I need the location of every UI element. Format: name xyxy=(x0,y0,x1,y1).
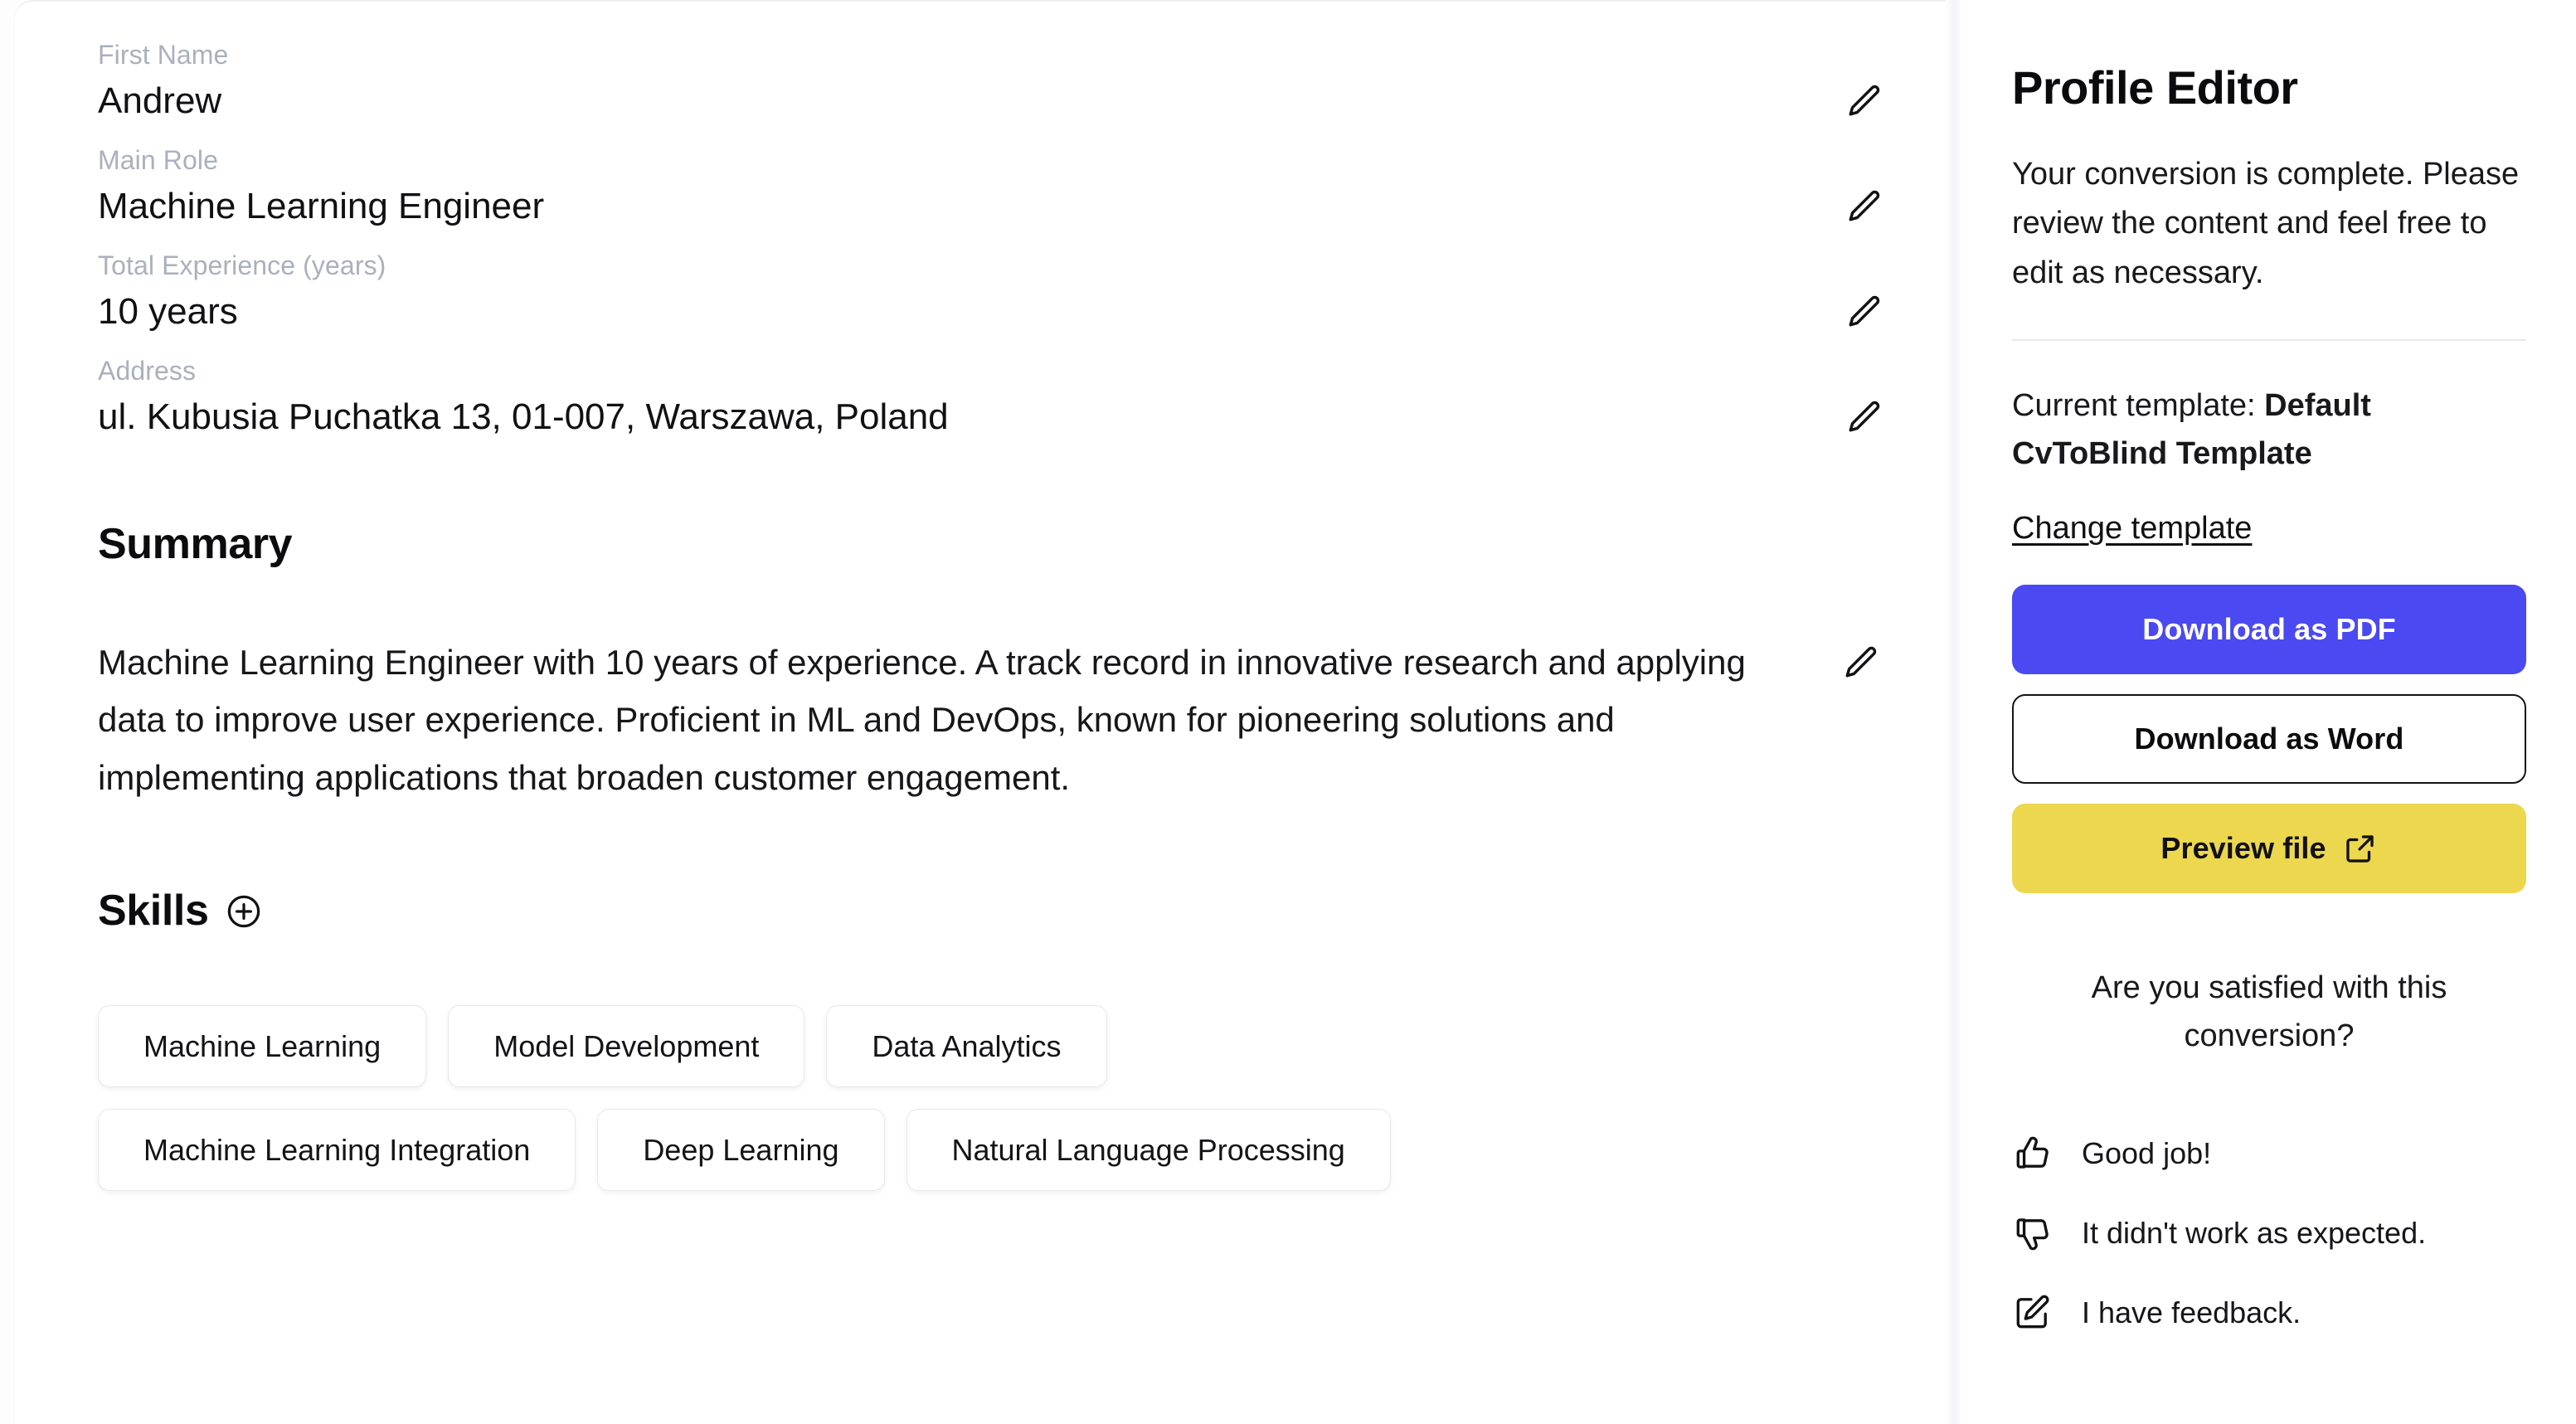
pencil-icon xyxy=(1845,398,1883,436)
skills-heading-label: Skills xyxy=(98,886,209,935)
edit-first-name-button[interactable] xyxy=(1840,77,1888,125)
cv-editor-card: First Name Andrew Main Role Machine Lear… xyxy=(15,0,1961,1424)
field-value-total-experience: 10 years xyxy=(98,290,238,332)
summary-block: Machine Learning Engineer with 10 years … xyxy=(98,634,1908,806)
plus-circle-icon[interactable] xyxy=(225,892,263,930)
field-row-main-role: Main Role Machine Learning Engineer xyxy=(98,143,1908,231)
preview-file-label: Preview file xyxy=(2160,831,2326,866)
thumbs-up-icon xyxy=(2012,1133,2054,1174)
preview-file-button[interactable]: Preview file xyxy=(2012,804,2526,894)
pencil-square-icon xyxy=(2012,1292,2054,1334)
cv-editor-content: First Name Andrew Main Role Machine Lear… xyxy=(15,38,1961,1191)
feedback-option-have-feedback[interactable]: I have feedback. xyxy=(2012,1273,2526,1353)
feedback-option-label: Good job! xyxy=(2082,1135,2212,1170)
field-row-first-name: First Name Andrew xyxy=(98,38,1908,125)
profile-editor-page: First Name Andrew Main Role Machine Lear… xyxy=(0,0,2576,1424)
pencil-icon xyxy=(1841,644,1879,682)
edit-total-experience-button[interactable] xyxy=(1840,288,1888,336)
feedback-option-didnt-work[interactable]: It didn't work as expected. xyxy=(2012,1193,2526,1273)
feedback-question: Are you satisfied with this conversion? xyxy=(2091,970,2447,1054)
summary-heading-label: Summary xyxy=(98,519,293,568)
field-label-first-name: First Name xyxy=(98,40,229,70)
skill-chip[interactable]: Machine Learning Integration xyxy=(98,1108,576,1191)
edit-main-role-button[interactable] xyxy=(1840,182,1888,231)
skill-chip[interactable]: Model Development xyxy=(448,1004,805,1087)
field-total-experience: Total Experience (years) 10 years xyxy=(98,249,386,336)
pencil-icon xyxy=(1845,293,1883,331)
field-first-name: First Name Andrew xyxy=(98,38,228,125)
edit-summary-button[interactable] xyxy=(1836,639,1884,687)
download-as-word-button[interactable]: Download as Word xyxy=(2012,694,2526,785)
field-row-address: Address ul. Kubusia Puchatka 13, 01-007,… xyxy=(98,354,1908,441)
field-row-total-experience: Total Experience (years) 10 years xyxy=(98,249,1908,336)
skill-chip[interactable]: Machine Learning xyxy=(98,1004,427,1087)
field-value-first-name: Andrew xyxy=(98,80,222,121)
current-template-line: Current template: Default CvToBlind Temp… xyxy=(2012,382,2526,479)
summary-text: Machine Learning Engineer with 10 years … xyxy=(98,642,1746,797)
field-address: Address ul. Kubusia Puchatka 13, 01-007,… xyxy=(98,354,949,441)
feedback-option-label: It didn't work as expected. xyxy=(2082,1215,2427,1250)
summary-heading: Summary xyxy=(98,519,1908,569)
skills-row: Machine Learning Integration Deep Learni… xyxy=(98,1108,1908,1191)
edit-address-button[interactable] xyxy=(1840,393,1888,441)
field-label-total-experience: Total Experience (years) xyxy=(98,250,386,280)
skills-list: Machine Learning Model Development Data … xyxy=(98,1004,1908,1191)
external-link-icon xyxy=(2343,831,2378,866)
pencil-icon xyxy=(1845,82,1883,120)
download-as-word-label: Download as Word xyxy=(2134,722,2404,756)
download-as-pdf-label: Download as PDF xyxy=(2142,612,2396,647)
field-main-role: Main Role Machine Learning Engineer xyxy=(98,143,544,231)
skill-chip[interactable]: Natural Language Processing xyxy=(906,1108,1391,1191)
feedback-options: Good job! It didn't work as expected. I … xyxy=(2012,1114,2526,1353)
field-value-address: ul. Kubusia Puchatka 13, 01-007, Warszaw… xyxy=(98,396,949,437)
change-template-link[interactable]: Change template xyxy=(2012,511,2252,547)
page-title: Profile Editor xyxy=(2012,61,2298,114)
profile-editor-sidebar: Profile Editor Your conversion is comple… xyxy=(1961,0,2576,1424)
skill-chip[interactable]: Data Analytics xyxy=(826,1004,1107,1087)
download-as-pdf-button[interactable]: Download as PDF xyxy=(2012,585,2526,675)
divider xyxy=(2012,338,2526,341)
skills-row: Machine Learning Model Development Data … xyxy=(98,1004,1908,1087)
skills-heading: Skills xyxy=(98,886,1908,936)
field-value-main-role: Machine Learning Engineer xyxy=(98,185,545,226)
feedback-option-label: I have feedback. xyxy=(2082,1295,2301,1329)
sidebar-description: Your conversion is complete. Please revi… xyxy=(2012,157,2520,290)
feedback-option-good-job[interactable]: Good job! xyxy=(2012,1114,2526,1193)
pencil-icon xyxy=(1845,187,1883,226)
field-label-address: Address xyxy=(98,355,197,386)
skill-chip[interactable]: Deep Learning xyxy=(597,1108,885,1191)
current-template-prefix: Current template: xyxy=(2012,387,2265,423)
field-label-main-role: Main Role xyxy=(98,144,218,175)
thumbs-down-icon xyxy=(2012,1213,2054,1254)
